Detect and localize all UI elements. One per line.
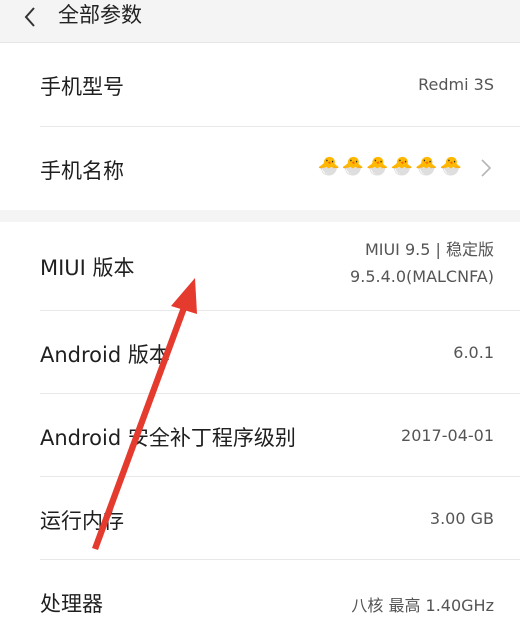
row-label: 处理器 bbox=[40, 592, 103, 616]
header-bar: 全部参数 bbox=[0, 0, 520, 43]
miui-version-value: MIUI 9.5 | 稳定版 9.5.4.0(MALCNFA) bbox=[350, 236, 494, 290]
row-label: 运行内存 bbox=[40, 509, 124, 533]
row-label: Android 安全补丁程序级别 bbox=[40, 426, 296, 450]
row-security-patch: Android 安全补丁程序级别 2017-04-01 bbox=[0, 394, 520, 476]
miui-version-line1: MIUI 9.5 | 稳定版 bbox=[364, 240, 494, 259]
section-gap bbox=[0, 210, 520, 222]
chevron-right-icon bbox=[481, 159, 492, 177]
phone-name-value: 🐣🐣🐣🐣🐣🐣 bbox=[317, 156, 464, 177]
row-value: 2017-04-01 bbox=[401, 426, 494, 445]
row-label: 手机型号 bbox=[40, 75, 124, 99]
settings-screen: 全部参数 手机型号 Redmi 3S 手机名称 🐣🐣🐣🐣🐣🐣 MIUI 版本 M… bbox=[0, 0, 520, 630]
row-label: MIUI 版本 bbox=[40, 256, 135, 280]
row-android-version: Android 版本 6.0.1 bbox=[0, 311, 520, 393]
back-button[interactable] bbox=[10, 0, 50, 34]
page-title: 全部参数 bbox=[58, 3, 142, 27]
row-label: Android 版本 bbox=[40, 343, 170, 367]
miui-version-line2: 9.5.4.0(MALCNFA) bbox=[350, 267, 494, 286]
row-value: 八核 最高 1.40GHz bbox=[351, 596, 494, 615]
row-value: Redmi 3S bbox=[418, 75, 494, 94]
row-ram: 运行内存 3.00 GB bbox=[0, 477, 520, 559]
row-label: 手机名称 bbox=[40, 159, 124, 183]
chevron-left-icon bbox=[24, 7, 35, 27]
row-value: 6.0.1 bbox=[453, 343, 494, 362]
row-processor: 处理器 八核 最高 1.40GHz bbox=[0, 560, 520, 630]
row-value: 3.00 GB bbox=[429, 509, 494, 528]
row-phone-model: 手机型号 Redmi 3S bbox=[0, 43, 520, 125]
